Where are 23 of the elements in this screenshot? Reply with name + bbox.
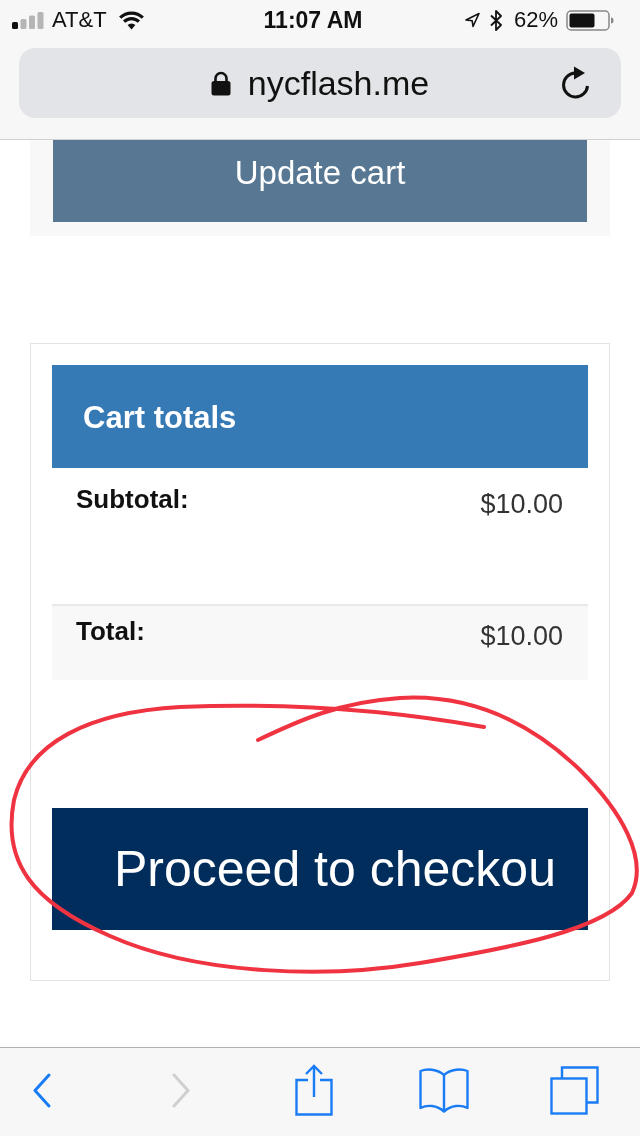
subtotal-amount: $10.00 — [480, 489, 563, 519]
battery-icon — [566, 9, 614, 31]
tabs-icon[interactable] — [550, 1065, 599, 1115]
battery-percentage: 62% — [513, 7, 558, 33]
update-cart-button[interactable]: Update cart — [53, 140, 587, 222]
lock-icon — [210, 70, 231, 96]
reload-icon[interactable] — [560, 66, 591, 100]
back-icon[interactable] — [33, 1072, 51, 1108]
cart-totals-heading: Cart totals — [52, 365, 588, 468]
clock-time: 11:07 AM — [263, 7, 363, 33]
wifi-icon — [117, 10, 145, 30]
carrier-name: AT&T — [52, 7, 107, 33]
location-arrow-icon — [464, 12, 480, 28]
open-book-icon[interactable] — [419, 1067, 469, 1113]
checkout-button[interactable]: Proceed to checkou — [52, 808, 588, 930]
signal-icon — [12, 11, 44, 29]
url-text: nycflash.me — [247, 63, 430, 103]
total-amount: $10.00 — [480, 621, 563, 651]
subtotal-label: Subtotal: — [76, 484, 189, 514]
share-icon[interactable] — [295, 1064, 333, 1116]
address-bar[interactable]: nycflash.me — [19, 48, 621, 118]
total-label: Total: — [76, 616, 145, 646]
bluetooth-icon — [489, 9, 502, 31]
